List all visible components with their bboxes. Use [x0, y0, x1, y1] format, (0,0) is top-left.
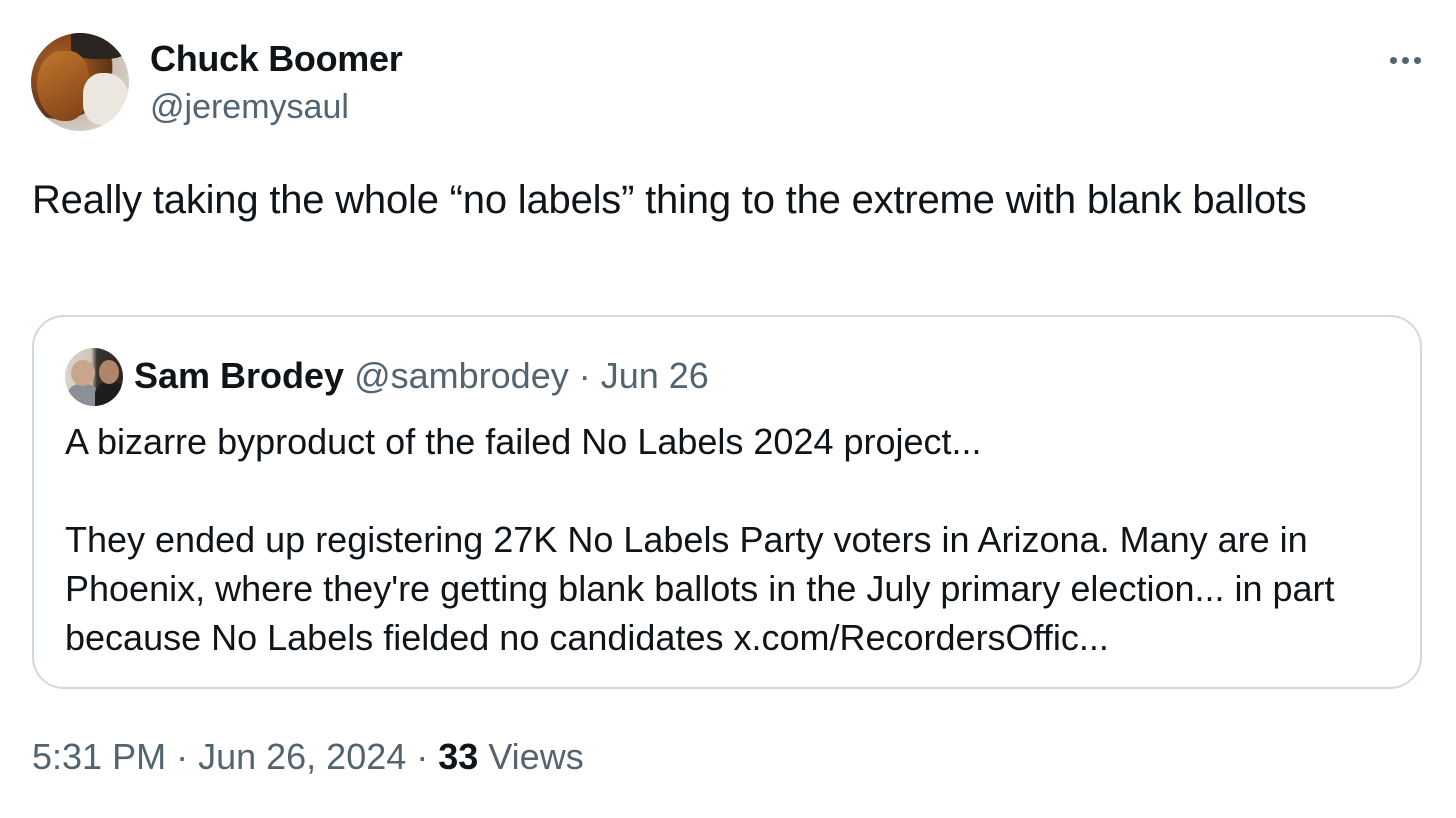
- more-dot: [1401, 56, 1409, 64]
- more-options-icon[interactable]: [1380, 42, 1430, 78]
- quoted-author-avatar[interactable]: [65, 348, 123, 406]
- quoted-tweet-header: Sam Brodey @sambrodey · Jun 26: [134, 355, 709, 397]
- more-dot: [1413, 56, 1421, 64]
- tweet-text: Really taking the whole “no labels” thin…: [32, 178, 1307, 222]
- separator: ·: [568, 355, 601, 396]
- avatar-object: [83, 73, 129, 125]
- author-handle[interactable]: @jeremysaul: [150, 88, 349, 127]
- quoted-author-name[interactable]: Sam Brodey: [134, 355, 344, 396]
- quoted-tweet[interactable]: Sam Brodey @sambrodey · Jun 26 A bizarre…: [32, 315, 1422, 689]
- tweet-card: Chuck Boomer @jeremysaul Really taking t…: [0, 0, 1456, 818]
- tweet-date[interactable]: Jun 26, 2024: [198, 736, 406, 777]
- avatar-dog: [37, 51, 89, 121]
- avatar-person-head: [99, 360, 119, 384]
- tweet-meta: 5:31 PM · Jun 26, 2024 · 33 Views: [32, 736, 584, 778]
- separator: ·: [166, 736, 199, 777]
- author-avatar[interactable]: [31, 33, 129, 131]
- quoted-tweet-date[interactable]: Jun 26: [601, 355, 709, 396]
- quoted-tweet-text: A bizarre byproduct of the failed No Lab…: [65, 421, 1335, 658]
- avatar-person-body: [95, 382, 123, 406]
- avatar-person-head: [71, 360, 95, 386]
- separator: ·: [406, 736, 439, 777]
- more-dot: [1389, 56, 1397, 64]
- author-display-name[interactable]: Chuck Boomer: [150, 38, 403, 80]
- views-count: 33: [438, 736, 479, 777]
- views-label: Views: [478, 736, 584, 777]
- tweet-time[interactable]: 5:31 PM: [32, 736, 166, 777]
- quoted-author-handle[interactable]: @sambrodey: [354, 355, 569, 396]
